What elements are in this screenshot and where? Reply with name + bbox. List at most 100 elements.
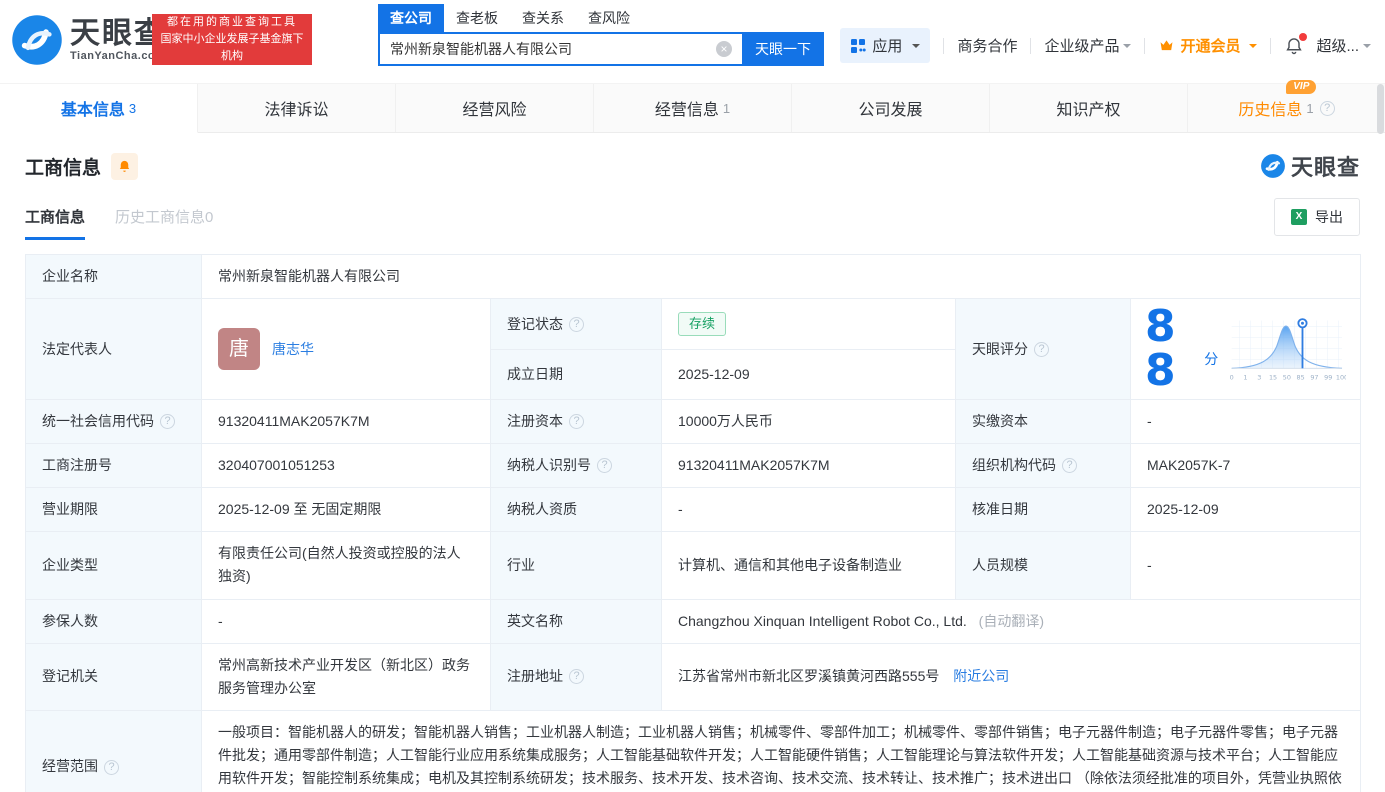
help-icon[interactable] — [597, 458, 612, 474]
svg-text:97: 97 — [1311, 373, 1319, 381]
divider — [1030, 37, 1032, 54]
english-name-value: Changzhou Xinquan Intelligent Robot Co.,… — [678, 612, 967, 629]
legal-rep-link[interactable]: 唐志华 — [272, 338, 314, 361]
field-label: 注册资本 — [490, 399, 662, 445]
nav-business-cooperation[interactable]: 商务合作 — [957, 35, 1017, 56]
slogan-line2: 国家中小企业发展子基金旗下机构 — [160, 33, 304, 62]
table-row: 企业名称 常州新泉智能机器人有限公司 — [25, 253, 1361, 300]
apps-label: 应用 — [872, 38, 903, 55]
search-button[interactable]: 天眼一下 — [742, 32, 824, 66]
search-tab-company[interactable]: 查公司 — [378, 4, 444, 32]
notification-bell-icon[interactable] — [1284, 32, 1308, 56]
table-row: 营业期限 2025-12-09 至 无固定期限 纳税人资质 - 核准日期 202… — [25, 487, 1361, 533]
svg-text:50: 50 — [1283, 373, 1291, 381]
page: 天眼查 TianYanCha.com 都在用的商业查询工具 国家中小企业发展子基… — [0, 0, 1385, 792]
svg-text:3: 3 — [1258, 373, 1262, 381]
slogan-badge: 都在用的商业查询工具 国家中小企业发展子基金旗下机构 — [152, 14, 312, 65]
table-row: 经营范围 一般项目：智能机器人的研发；智能机器人销售；工业机器人制造；工业机器人… — [25, 709, 1361, 792]
nav-open-membership[interactable]: 开通会员 — [1158, 35, 1258, 56]
search-tab-boss[interactable]: 查老板 — [444, 4, 510, 32]
divider — [943, 37, 945, 54]
monitor-bell-icon[interactable] — [111, 152, 139, 180]
svg-text:1: 1 — [1244, 373, 1248, 381]
export-button[interactable]: 导出 — [1274, 198, 1360, 236]
crown-icon — [1161, 40, 1173, 51]
field-label: 统一社会信用代码 — [25, 399, 202, 445]
search-tab-relation[interactable]: 查关系 — [510, 4, 576, 32]
search-input[interactable] — [378, 32, 742, 66]
subtab-history-business-info[interactable]: 历史工商信息0 — [115, 206, 213, 240]
business-scope-value: 一般项目：智能机器人的研发；智能机器人销售；工业机器人制造；工业机器人销售；机械… — [201, 709, 1361, 792]
tianyan-score: 88 分 0 1 3 15 50 85 97 99 10 — [1139, 303, 1352, 395]
top-header: 天眼查 TianYanCha.com 都在用的商业查询工具 国家中小企业发展子基… — [0, 0, 1385, 83]
tianyancha-logo-icon — [1261, 154, 1285, 178]
apps-menu[interactable]: 应用 — [840, 28, 931, 63]
subtab-business-info[interactable]: 工商信息 — [25, 206, 86, 240]
svg-text:15: 15 — [1269, 373, 1277, 381]
header-nav: 应用 商务合作 企业级产品 开通会员 超级... — [840, 28, 1371, 63]
legal-rep-avatar[interactable]: 唐 — [218, 328, 260, 371]
score-value: 88 — [1145, 301, 1176, 397]
notification-dot — [1299, 32, 1308, 41]
field-label: 工商注册号 — [25, 443, 202, 489]
chevron-down-icon — [1363, 43, 1371, 52]
field-label: 核准日期 — [955, 487, 1131, 533]
tianyancha-logo-icon — [12, 15, 62, 65]
nearby-companies-link[interactable]: 附近公司 — [953, 668, 1009, 684]
help-icon[interactable] — [1319, 100, 1335, 116]
business-info-section: 工商信息 天眼查 工商信息 历史工商信息0 导出 — [0, 133, 1385, 792]
grid-icon — [851, 38, 867, 53]
tab-operating-info[interactable]: 经营信息 1 — [594, 84, 792, 132]
field-label: 经营范围 — [25, 709, 202, 792]
watermark-text: 天眼查 — [1290, 155, 1360, 180]
svg-text:100: 100 — [1336, 373, 1346, 381]
field-label: 法定代表人 — [25, 298, 202, 401]
search-area: 查公司 查老板 查关系 查风险 天眼一下 — [378, 4, 824, 66]
address-value: 江苏省常州市新北区罗溪镇黄河西路555号 — [678, 668, 940, 685]
tianyancha-logo[interactable]: 天眼查 TianYanCha.com — [10, 13, 166, 67]
table-row: 法定代表人 唐 唐志华 登记状态 存续 天眼评分 — [25, 298, 1361, 401]
chevron-down-icon — [1249, 43, 1258, 52]
subtab-row: 工商信息 历史工商信息0 导出 — [25, 198, 1360, 240]
help-icon[interactable] — [104, 759, 119, 775]
field-label: 营业期限 — [25, 487, 202, 533]
help-icon[interactable] — [1062, 458, 1077, 474]
tab-count: 3 — [128, 100, 137, 116]
field-label: 注册地址 — [490, 642, 662, 711]
table-row: 参保人数 - 英文名称 Changzhou Xinquan Intelligen… — [25, 598, 1361, 644]
scrollbar-thumb[interactable] — [1377, 84, 1384, 134]
establish-date-value: 2025-12-09 — [661, 349, 956, 401]
field-label: 成立日期 — [490, 349, 662, 401]
tab-history-info[interactable]: 历史信息 VIP 1 — [1188, 80, 1385, 132]
help-icon[interactable] — [569, 669, 584, 685]
table-row: 统一社会信用代码 91320411MAK2057K7M 注册资本 10000万人… — [25, 399, 1361, 445]
field-label: 企业名称 — [25, 253, 202, 300]
help-icon[interactable] — [1034, 341, 1049, 357]
search-tab-risk[interactable]: 查风险 — [576, 4, 642, 32]
auto-translate-note: (自动翻译) — [978, 612, 1044, 629]
tab-count: 1 — [722, 100, 731, 116]
help-icon[interactable] — [160, 414, 175, 430]
field-label: 登记状态 — [490, 298, 662, 351]
tab-basic-info[interactable]: 基本信息 3 — [0, 84, 198, 133]
help-icon[interactable] — [569, 414, 584, 430]
nav-super-vip[interactable]: 超级... — [1316, 35, 1359, 56]
section-title: 工商信息 — [25, 157, 102, 179]
clear-icon[interactable] — [716, 41, 732, 57]
nav-enterprise-products[interactable]: 企业级产品 — [1044, 35, 1132, 56]
tab-intellectual-property[interactable]: 知识产权 — [990, 84, 1188, 132]
help-icon[interactable] — [569, 316, 584, 332]
excel-icon — [1291, 209, 1307, 225]
slogan-line1: 都在用的商业查询工具 — [167, 16, 297, 28]
table-row: 企业类型 有限责任公司(自然人投资或控股的法人独资) 行业 计算机、通信和其他电… — [25, 531, 1361, 600]
divider — [1144, 37, 1146, 54]
field-label: 英文名称 — [490, 598, 662, 644]
tab-legal-litigation[interactable]: 法律诉讼 — [198, 84, 396, 132]
tab-operating-risk[interactable]: 经营风险 — [396, 84, 594, 132]
vip-badge: VIP — [1286, 80, 1317, 94]
field-label: 实缴资本 — [955, 399, 1131, 445]
svg-text:85: 85 — [1297, 373, 1305, 381]
field-label: 组织机构代码 — [955, 443, 1131, 489]
business-info-table: 企业名称 常州新泉智能机器人有限公司 法定代表人 唐 唐志华 登记状态 存续 — [25, 253, 1361, 792]
tab-company-development[interactable]: 公司发展 — [792, 84, 990, 132]
